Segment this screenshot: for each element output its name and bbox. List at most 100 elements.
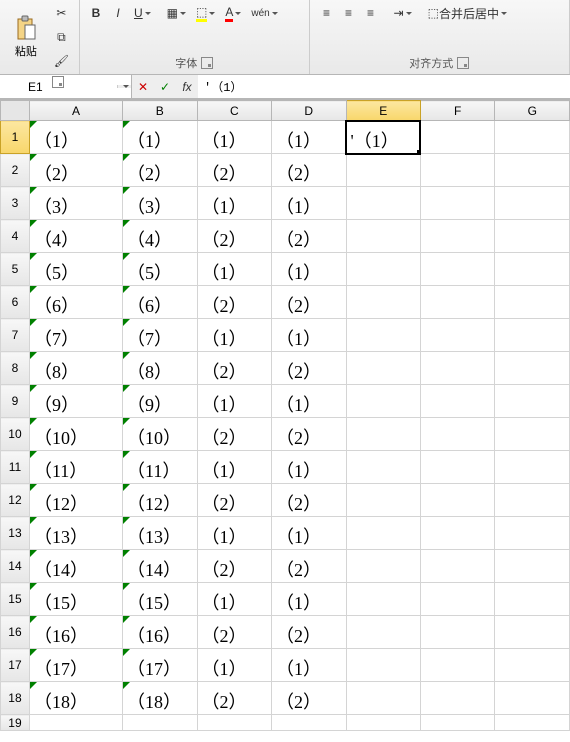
cell-C1[interactable]: （1）	[197, 121, 271, 154]
cell-D10[interactable]: （2）	[272, 418, 346, 451]
col-header-A[interactable]: A	[29, 101, 122, 121]
cell-G1[interactable]	[495, 121, 570, 154]
cell-A3[interactable]: （3）	[29, 187, 122, 220]
cell-G14[interactable]	[495, 550, 570, 583]
cell-D14[interactable]: （2）	[272, 550, 346, 583]
row-header-18[interactable]: 18	[1, 682, 30, 715]
align-center-button[interactable]: ≡	[338, 2, 360, 24]
cancel-edit-button[interactable]: ✕	[132, 76, 154, 98]
font-color-button[interactable]: A	[221, 2, 245, 24]
cell-D13[interactable]: （1）	[272, 517, 346, 550]
italic-button[interactable]: I	[108, 2, 128, 24]
cell-B3[interactable]: （3）	[123, 187, 197, 220]
cell-C4[interactable]: （2）	[197, 220, 271, 253]
cell-E10[interactable]	[346, 418, 420, 451]
cell-B17[interactable]: （17）	[123, 649, 197, 682]
cell-F15[interactable]	[420, 583, 494, 616]
cell-C17[interactable]: （1）	[197, 649, 271, 682]
cell-A2[interactable]: （2）	[29, 154, 122, 187]
row-header-4[interactable]: 4	[1, 220, 30, 253]
cell-B6[interactable]: （6）	[123, 286, 197, 319]
cell-F9[interactable]	[420, 385, 494, 418]
row-header-16[interactable]: 16	[1, 616, 30, 649]
cell-C14[interactable]: （2）	[197, 550, 271, 583]
cell-G11[interactable]	[495, 451, 570, 484]
cell-F19[interactable]	[420, 715, 494, 731]
row-header-11[interactable]: 11	[1, 451, 30, 484]
cell-F1[interactable]	[420, 121, 494, 154]
row-header-6[interactable]: 6	[1, 286, 30, 319]
row-header-1[interactable]: 1	[1, 121, 30, 154]
col-header-G[interactable]: G	[495, 101, 570, 121]
cell-D2[interactable]: （2）	[272, 154, 346, 187]
cell-D3[interactable]: （1）	[272, 187, 346, 220]
cell-D15[interactable]: （1）	[272, 583, 346, 616]
cell-B18[interactable]: （18）	[123, 682, 197, 715]
cell-B13[interactable]: （13）	[123, 517, 197, 550]
phonetic-button[interactable]: wén	[247, 2, 281, 24]
cell-E15[interactable]	[346, 583, 420, 616]
cell-F10[interactable]	[420, 418, 494, 451]
cell-F4[interactable]	[420, 220, 494, 253]
cell-F3[interactable]	[420, 187, 494, 220]
cell-E17[interactable]	[346, 649, 420, 682]
cell-A14[interactable]: （14）	[29, 550, 122, 583]
fill-color-button[interactable]: ⬚	[192, 2, 219, 24]
cell-B11[interactable]: （11）	[123, 451, 197, 484]
align-right-button[interactable]: ≡	[360, 2, 382, 24]
cell-G2[interactable]	[495, 154, 570, 187]
cell-D9[interactable]: （1）	[272, 385, 346, 418]
cell-C7[interactable]: （1）	[197, 319, 271, 352]
cell-A4[interactable]: （4）	[29, 220, 122, 253]
cell-D8[interactable]: （2）	[272, 352, 346, 385]
cell-G8[interactable]	[495, 352, 570, 385]
cell-G10[interactable]	[495, 418, 570, 451]
col-header-D[interactable]: D	[272, 101, 346, 121]
cell-A16[interactable]: （16）	[29, 616, 122, 649]
cell-E6[interactable]	[346, 286, 420, 319]
cell-G18[interactable]	[495, 682, 570, 715]
bold-button[interactable]: B	[86, 2, 106, 24]
cell-C6[interactable]: （2）	[197, 286, 271, 319]
cell-F17[interactable]	[420, 649, 494, 682]
copy-button[interactable]: ⧉	[50, 26, 73, 48]
cell-A5[interactable]: （5）	[29, 253, 122, 286]
cell-E12[interactable]	[346, 484, 420, 517]
cell-A11[interactable]: （11）	[29, 451, 122, 484]
cell-D4[interactable]: （2）	[272, 220, 346, 253]
cell-D7[interactable]: （1）	[272, 319, 346, 352]
cell-A9[interactable]: （9）	[29, 385, 122, 418]
cell-E2[interactable]	[346, 154, 420, 187]
cell-G3[interactable]	[495, 187, 570, 220]
cell-C3[interactable]: （1）	[197, 187, 271, 220]
cell-B8[interactable]: （8）	[123, 352, 197, 385]
cell-E19[interactable]	[346, 715, 420, 731]
cell-B9[interactable]: （9）	[123, 385, 197, 418]
cell-A13[interactable]: （13）	[29, 517, 122, 550]
cell-B10[interactable]: （10）	[123, 418, 197, 451]
cell-C2[interactable]: （2）	[197, 154, 271, 187]
cell-G15[interactable]	[495, 583, 570, 616]
cell-C9[interactable]: （1）	[197, 385, 271, 418]
cell-G16[interactable]	[495, 616, 570, 649]
cell-E11[interactable]	[346, 451, 420, 484]
cell-A18[interactable]: （18）	[29, 682, 122, 715]
cell-A17[interactable]: （17）	[29, 649, 122, 682]
cell-B15[interactable]: （15）	[123, 583, 197, 616]
indent-button[interactable]: ⇥	[390, 2, 416, 24]
cell-C15[interactable]: （1）	[197, 583, 271, 616]
cell-F5[interactable]	[420, 253, 494, 286]
cell-G9[interactable]	[495, 385, 570, 418]
cell-D18[interactable]: （2）	[272, 682, 346, 715]
cell-G13[interactable]	[495, 517, 570, 550]
row-header-10[interactable]: 10	[1, 418, 30, 451]
cell-F18[interactable]	[420, 682, 494, 715]
col-header-F[interactable]: F	[420, 101, 494, 121]
cell-A12[interactable]: （12）	[29, 484, 122, 517]
cell-F6[interactable]	[420, 286, 494, 319]
row-header-19[interactable]: 19	[1, 715, 30, 731]
cell-D12[interactable]: （2）	[272, 484, 346, 517]
cell-B7[interactable]: （7）	[123, 319, 197, 352]
name-box-dropdown[interactable]	[117, 85, 131, 88]
cell-G19[interactable]	[495, 715, 570, 731]
